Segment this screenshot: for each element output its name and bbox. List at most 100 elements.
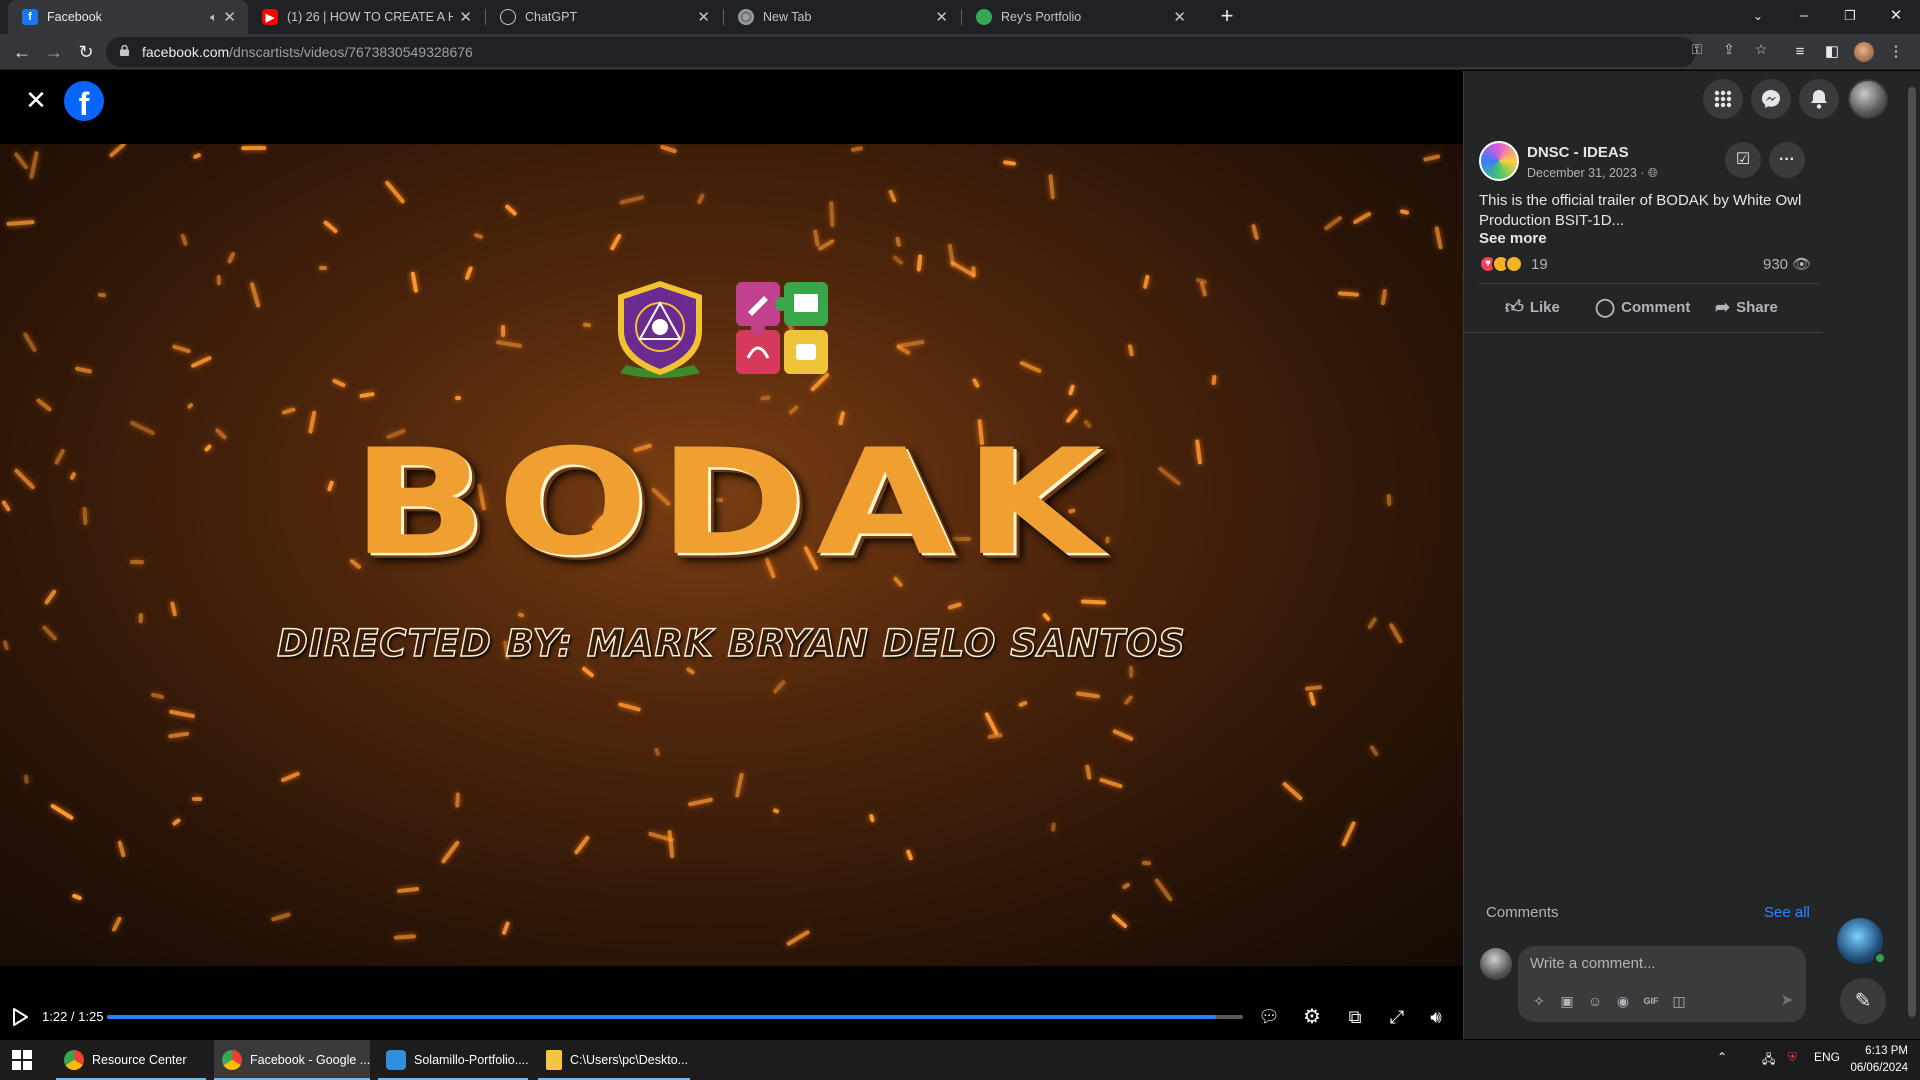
language-indicator[interactable]: ENG <box>1814 1050 1840 1064</box>
ember-spark <box>504 203 518 216</box>
send-arrow-icon[interactable]: ➤ <box>1776 990 1798 1012</box>
side-panel-icon[interactable]: ◧ <box>1820 39 1844 65</box>
close-icon[interactable]: ✕ <box>223 8 236 26</box>
like-button[interactable]: 👍︎ Like <box>1505 289 1560 325</box>
play-button[interactable] <box>12 1000 34 1034</box>
ember-spark <box>687 797 714 807</box>
comment-label: Comment <box>1621 298 1691 316</box>
scrollbar-thumb[interactable] <box>1908 87 1916 1017</box>
ember-spark <box>23 774 29 784</box>
ember-spark <box>495 340 522 349</box>
profile-avatar[interactable] <box>1852 39 1876 65</box>
comment-input[interactable] <box>1530 952 1794 974</box>
tab-portfolio[interactable]: Rey's Portfolio ✕ <box>962 0 1198 34</box>
show-hidden-icons-chevron[interactable]: ⌃ <box>1717 1050 1727 1064</box>
ember-spark <box>660 144 678 154</box>
page-scrollbar[interactable] <box>1903 71 1920 1039</box>
ember-spark <box>190 355 212 369</box>
page-avatar[interactable] <box>1479 141 1519 181</box>
window-close-button[interactable]: ✕ <box>1874 0 1918 34</box>
video-progress-bar[interactable] <box>107 1015 1243 1019</box>
taskbar-app-vscode[interactable]: Solamillo-Portfolio.... <box>378 1040 529 1080</box>
ember-spark <box>696 193 706 206</box>
ember-spark <box>171 817 182 827</box>
ember-spark <box>1308 691 1316 707</box>
ember-spark <box>1042 611 1052 622</box>
tab-chatgpt[interactable]: ChatGPT ✕ <box>486 0 722 34</box>
messenger-icon[interactable] <box>1751 79 1791 119</box>
network-icon[interactable]: 🖧︎ <box>1762 1050 1775 1071</box>
close-icon[interactable]: ✕ <box>459 8 472 26</box>
volume-icon[interactable]: 🔊︎ <box>1421 1000 1451 1034</box>
forward-button[interactable]: → <box>40 38 68 66</box>
fullscreen-icon[interactable]: ⤢ <box>1382 1000 1412 1034</box>
taskbar-app-resource-center[interactable]: Resource Center <box>56 1040 206 1080</box>
close-icon[interactable]: ✕ <box>1173 8 1186 26</box>
account-avatar[interactable] <box>1848 79 1888 119</box>
tab-audio-muted-icon[interactable]: 🔈︎ <box>210 10 217 25</box>
tab-search-chevron-icon[interactable]: ⌄ <box>1736 0 1780 34</box>
notifications-bell-icon[interactable] <box>1799 79 1839 119</box>
new-message-button[interactable]: ✎ <box>1840 978 1886 1024</box>
current-user-avatar[interactable] <box>1480 948 1512 980</box>
ember-spark <box>1129 665 1134 679</box>
taskbar-app-label: Resource Center <box>92 1053 187 1067</box>
password-key-icon[interactable]: ⚿ <box>1686 39 1708 59</box>
share-button[interactable]: ➦ Share <box>1715 289 1778 325</box>
back-button[interactable]: ← <box>8 38 36 66</box>
video-credit-overlay: DIRECTED BY: MARK BRYAN DELO SANTOS <box>276 621 1186 666</box>
taskbar-app-file-explorer[interactable]: C:\Users\pc\Deskto... <box>538 1040 690 1080</box>
see-all-comments-link[interactable]: See all <box>1764 904 1810 921</box>
reload-button[interactable]: ↻ <box>72 38 100 66</box>
video-frame[interactable]: BODAK DIRECTED BY: MARK BRYAN DELO SANTO… <box>0 144 1463 966</box>
ember-spark <box>1422 154 1441 163</box>
post-date[interactable]: December 31, 2023 · 🌐︎ <box>1527 166 1658 181</box>
windows-start-icon[interactable] <box>12 1050 32 1070</box>
save-post-icon[interactable]: ☑ <box>1725 142 1761 178</box>
emoji-icon[interactable]: ☺ <box>1584 990 1606 1012</box>
picture-in-picture-icon[interactable]: ⧉ <box>1340 1000 1370 1034</box>
address-bar[interactable]: facebook.com/dnscartists/videos/76738305… <box>106 37 1696 67</box>
close-viewer-button[interactable]: ✕ <box>20 85 52 117</box>
ember-spark <box>1154 878 1174 903</box>
avatar-sticker-icon[interactable]: ✧ <box>1528 990 1550 1012</box>
ember-spark <box>216 275 221 285</box>
media-controls-icon[interactable]: ≡ <box>1788 39 1812 65</box>
browser-menu-icon[interactable]: ⋮ <box>1884 39 1908 65</box>
captions-icon[interactable]: 💬︎ <box>1254 1000 1284 1034</box>
see-more-link[interactable]: See more <box>1479 230 1547 247</box>
share-icon[interactable]: ⇪ <box>1718 39 1740 59</box>
facebook-logo-icon[interactable]: f <box>64 81 104 121</box>
minimize-button[interactable]: – <box>1782 0 1826 34</box>
close-icon[interactable]: ✕ <box>697 8 710 26</box>
divider <box>1463 332 1823 333</box>
tab-new-tab[interactable]: New Tab ✕ <box>724 0 960 34</box>
close-icon[interactable]: ✕ <box>935 8 948 26</box>
tab-youtube[interactable]: ▶ (1) 26 | HOW TO CREATE A HTML ✕ <box>248 0 484 34</box>
reaction-summary[interactable]: ♥ 19 <box>1479 255 1548 273</box>
system-clock[interactable]: 6:13 PM 06/06/2024 <box>1846 1043 1908 1077</box>
ember-spark <box>396 887 419 894</box>
menu-grid-icon[interactable] <box>1703 79 1743 119</box>
chat-sticker-icon[interactable]: ▣ <box>1556 990 1578 1012</box>
gif-icon[interactable]: GIF <box>1640 990 1662 1012</box>
more-options-icon[interactable]: ··· <box>1769 142 1805 178</box>
bookmark-star-icon[interactable]: ☆ <box>1750 39 1772 59</box>
video-viewer: ✕ f BODAK DIRECTED BY: MARK BRYAN DELO S… <box>0 71 1463 1039</box>
settings-gear-icon[interactable]: ⚙ <box>1297 1000 1327 1034</box>
taskbar-app-facebook-chrome[interactable]: Facebook - Google ... <box>214 1040 370 1080</box>
restore-button[interactable]: ❐ <box>1828 0 1872 34</box>
ideas-puzzle-logo-icon <box>736 282 828 374</box>
security-alert-icon[interactable]: ⛨ <box>1788 1050 1797 1065</box>
page-name[interactable]: DNSC - IDEAS <box>1527 144 1629 161</box>
facebook-icon: f <box>22 9 38 25</box>
ember-spark <box>331 378 346 388</box>
play-icon <box>13 1008 28 1026</box>
ember-spark <box>1111 912 1129 929</box>
camera-icon[interactable]: ◉ <box>1612 990 1634 1012</box>
sticker-icon[interactable]: ◫ <box>1668 990 1690 1012</box>
tab-facebook[interactable]: f Facebook 🔈︎ ✕ <box>8 0 248 34</box>
ember-spark <box>812 229 820 247</box>
comment-button[interactable]: ◯ Comment <box>1595 289 1690 325</box>
new-tab-button[interactable]: + <box>1214 4 1240 30</box>
